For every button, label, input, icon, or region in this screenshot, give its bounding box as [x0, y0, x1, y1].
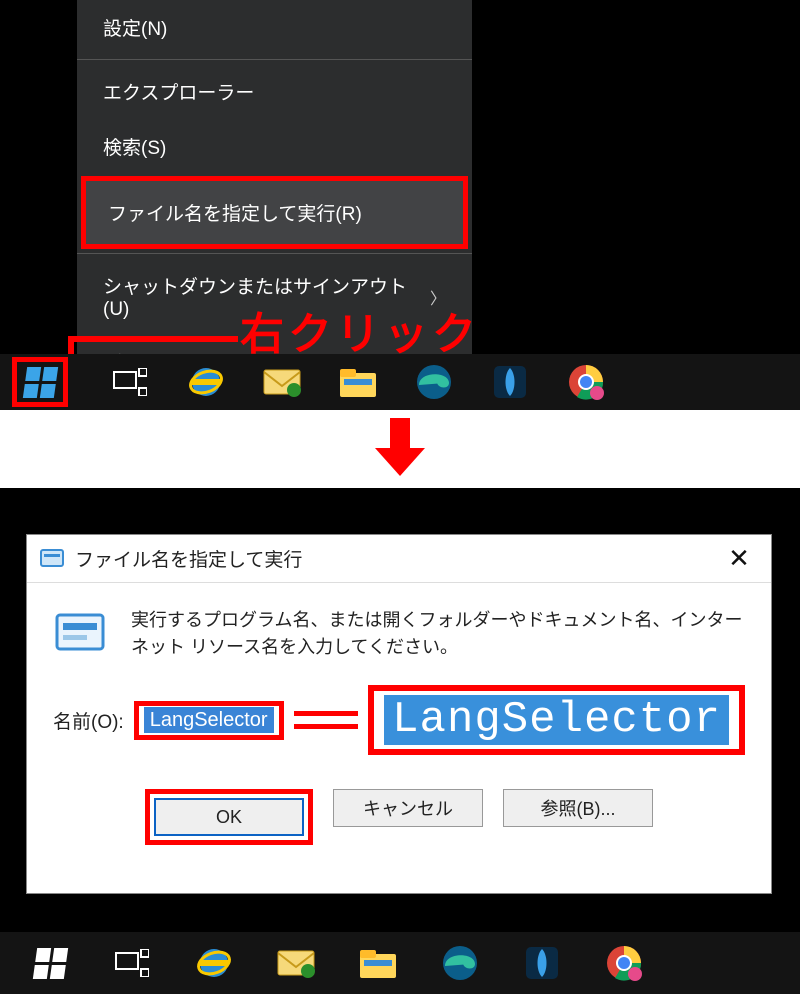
annotation-ok-highlight: OK: [145, 789, 313, 845]
down-arrow-icon: [370, 418, 430, 478]
chrome-icon[interactable]: [602, 941, 646, 985]
mail-icon[interactable]: [260, 360, 304, 404]
annotation-zoom-text: LangSelector: [384, 695, 729, 745]
annotation-connector: [294, 711, 359, 729]
edge-icon[interactable]: [438, 941, 482, 985]
close-button[interactable]: ✕: [719, 539, 759, 579]
menu-item-label: エクスプローラー: [103, 78, 254, 105]
annotation-zoom-box: LangSelector: [368, 685, 745, 755]
annotation-rightclick-label: 右クリック: [240, 298, 480, 362]
ok-button[interactable]: OK: [154, 798, 304, 836]
screenshot-top-panel: 設定(N) エクスプローラー 検索(S) ファイル名を指定して実行(R) シャッ…: [0, 0, 800, 410]
button-label: OK: [216, 807, 242, 828]
run-dialog-titlebar: ファイル名を指定して実行 ✕: [27, 535, 771, 583]
run-input-field[interactable]: LangSelector: [144, 707, 274, 733]
run-dialog-icon: [39, 546, 65, 572]
run-dialog-buttons: OK キャンセル 参照(B)...: [27, 769, 771, 871]
run-input-label: 名前(O):: [53, 707, 124, 734]
run-dialog-description: 実行するプログラム名、または開くフォルダーやドキュメント名、インターネット リソ…: [131, 607, 745, 661]
file-explorer-icon[interactable]: [356, 941, 400, 985]
annotation-line: [68, 336, 238, 342]
windows-logo-icon: [22, 367, 57, 398]
run-dialog: ファイル名を指定して実行 ✕ 実行するプログラム名、または開くフォルダーやドキュ…: [26, 534, 772, 894]
menu-divider: [77, 253, 472, 254]
menu-item-label: 検索(S): [103, 133, 166, 160]
file-explorer-icon[interactable]: [336, 360, 380, 404]
run-dialog-title: ファイル名を指定して実行: [75, 545, 719, 572]
run-dialog-body: 実行するプログラム名、または開くフォルダーやドキュメント名、インターネット リソ…: [27, 583, 771, 671]
start-button[interactable]: [28, 941, 72, 985]
start-button[interactable]: [12, 357, 68, 407]
screenshot-bottom-panel: ファイル名を指定して実行 ✕ 実行するプログラム名、または開くフォルダーやドキュ…: [0, 488, 800, 932]
run-body-icon: [53, 607, 107, 661]
button-label: キャンセル: [363, 795, 453, 821]
run-dialog-input-row: 名前(O): LangSelector LangSelector: [27, 671, 771, 769]
ie-icon[interactable]: [184, 360, 228, 404]
browse-button[interactable]: 参照(B)...: [503, 789, 653, 827]
taskbar-top: [0, 354, 800, 410]
button-label: 参照(B)...: [541, 795, 616, 821]
menu-item-search[interactable]: 検索(S): [77, 119, 472, 174]
mail-icon[interactable]: [274, 941, 318, 985]
menu-item-label: 設定(N): [103, 14, 167, 41]
menu-item-run[interactable]: ファイル名を指定して実行(R): [81, 176, 468, 249]
menu-divider: [77, 59, 472, 60]
annotation-input-highlight: LangSelector: [134, 701, 284, 740]
menu-item-explorer[interactable]: エクスプローラー: [77, 64, 472, 119]
taskview-icon[interactable]: [108, 360, 152, 404]
ie-icon[interactable]: [192, 941, 236, 985]
cancel-button[interactable]: キャンセル: [333, 789, 483, 827]
windows-logo-icon: [32, 948, 67, 979]
taskbar-bottom: [0, 932, 800, 994]
photoshop-icon[interactable]: [520, 941, 564, 985]
photoshop-icon[interactable]: [488, 360, 532, 404]
menu-item-label: ファイル名を指定して実行(R): [108, 199, 362, 226]
edge-icon[interactable]: [412, 360, 456, 404]
menu-item-settings[interactable]: 設定(N): [77, 0, 472, 55]
taskview-icon[interactable]: [110, 941, 154, 985]
chrome-icon[interactable]: [564, 360, 608, 404]
